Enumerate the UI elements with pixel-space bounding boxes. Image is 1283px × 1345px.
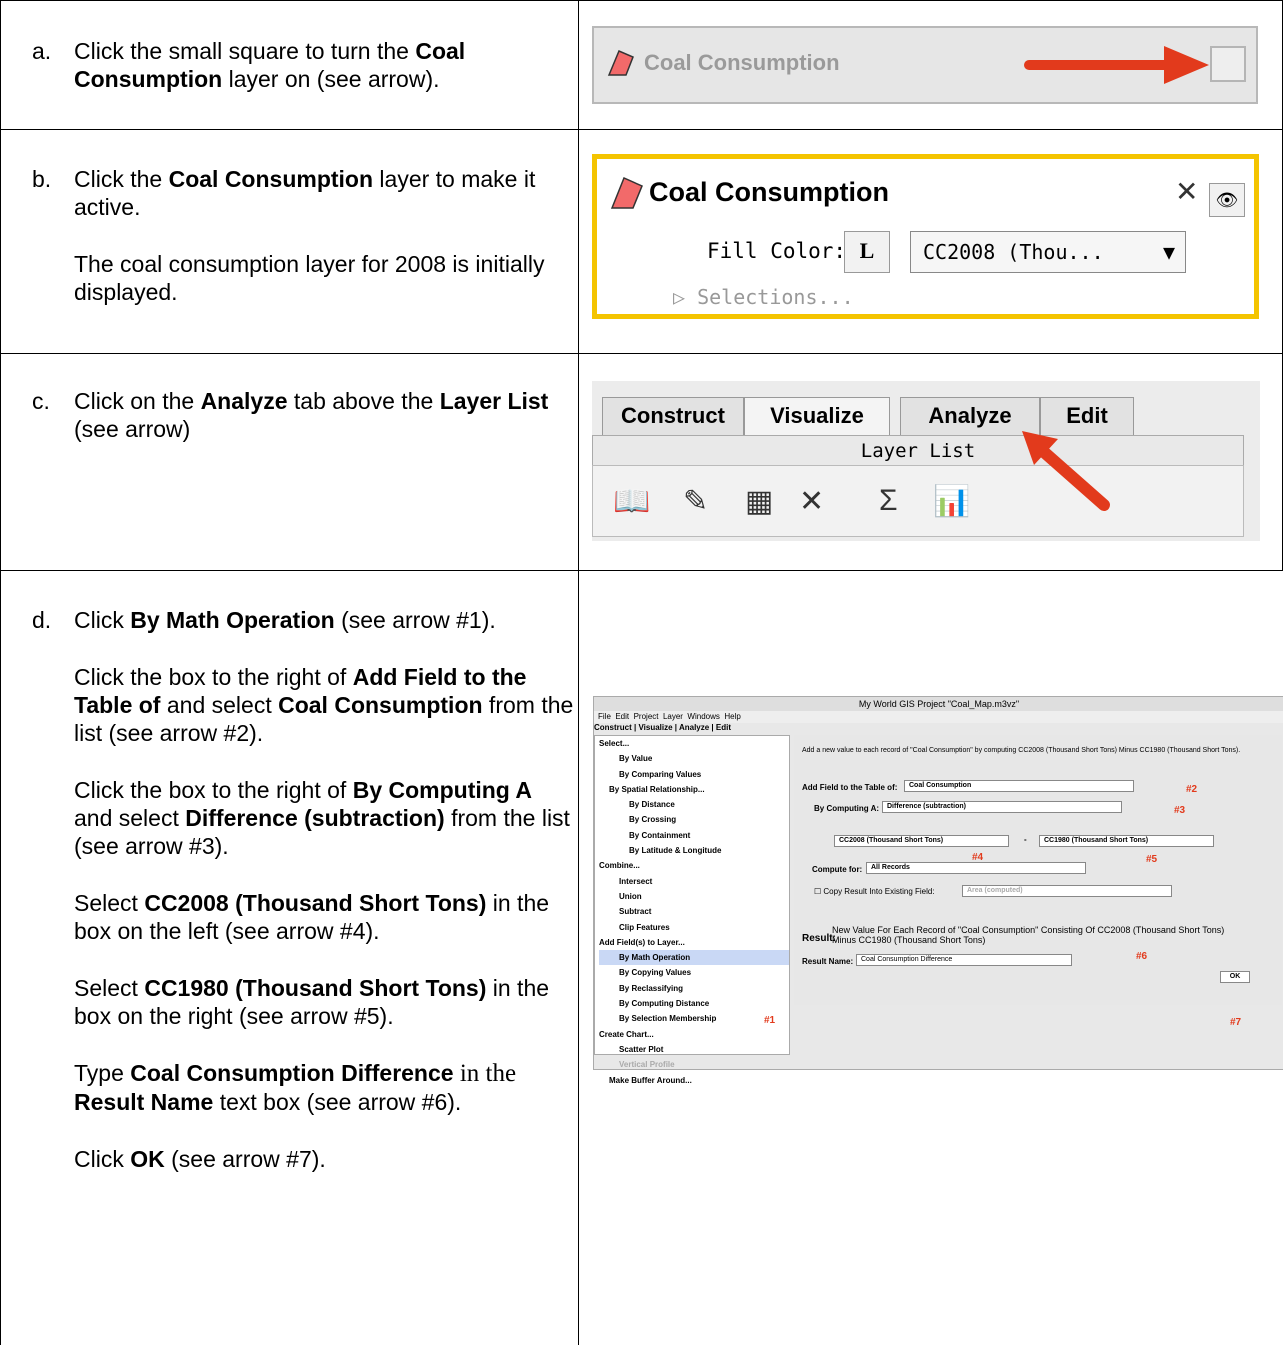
- tree-item[interactable]: Select...: [599, 736, 789, 751]
- tree-item[interactable]: By Latitude & Longitude: [599, 843, 789, 858]
- tree-item[interactable]: Subtract: [599, 904, 789, 919]
- analysis-toolbar: 📖 ✎ ▦ ✕ Σ 📊: [592, 465, 1244, 537]
- table-border-left: [0, 0, 1, 1345]
- tree-item[interactable]: By Value: [599, 751, 789, 766]
- tree-item[interactable]: Create Chart...: [599, 1027, 789, 1042]
- red-arrow-icon: [1024, 46, 1209, 84]
- fill-color-label: Fill Color:: [707, 239, 847, 263]
- layer-name: Coal Consumption: [649, 177, 889, 207]
- result-name-label: Result Name:: [802, 957, 854, 966]
- compute-for-select[interactable]: All Records: [866, 862, 1086, 874]
- result-text: New Value For Each Record of "Coal Consu…: [832, 925, 1225, 945]
- window-title: My World GIS Project "Coal_Map.m3vz": [594, 697, 1283, 711]
- step-label: b.: [32, 166, 52, 192]
- red-arrow-icon: [1022, 431, 1110, 511]
- minus-sign: -: [1024, 835, 1027, 844]
- compute-label: By Computing A:: [814, 804, 880, 813]
- analyze-tab-panel: Construct Visualize Analyze Edit Layer L…: [592, 381, 1260, 541]
- tree-item[interactable]: By Computing Distance: [599, 996, 789, 1011]
- copy-result-checkbox[interactable]: ☐ Copy Result Into Existing Field:: [814, 887, 935, 896]
- arrow-7-label: #7: [1230, 1017, 1242, 1028]
- operation-description: Add a new value to each record of "Coal …: [802, 747, 1241, 754]
- tab-construct[interactable]: Construct: [602, 397, 744, 435]
- arrow-6-label: #6: [1136, 951, 1148, 962]
- tree-item[interactable]: Combine...: [599, 858, 789, 873]
- tree-item[interactable]: Make Buffer Around...: [599, 1073, 789, 1088]
- visibility-eye-icon[interactable]: 👁: [1209, 183, 1245, 217]
- tab-construct[interactable]: Construct: [594, 723, 632, 732]
- tab-analyze[interactable]: Analyze: [679, 723, 709, 732]
- arrow-2-label: #2: [1186, 784, 1198, 795]
- layer-row-inactive[interactable]: Coal Consumption: [592, 26, 1258, 104]
- tree-item[interactable]: Intersect: [599, 874, 789, 889]
- menu-project[interactable]: Project: [634, 712, 659, 721]
- tree-item-selected[interactable]: By Math Operation: [599, 950, 789, 966]
- compute-for-label: Compute for:: [812, 865, 863, 874]
- table-icon[interactable]: ▦: [745, 484, 773, 519]
- arrow-5-label: #5: [1146, 854, 1158, 865]
- sum-icon[interactable]: Σ: [879, 484, 898, 518]
- menu-file[interactable]: File: [598, 712, 611, 721]
- tree-item[interactable]: By Reclassifying: [599, 981, 789, 996]
- fill-field-select[interactable]: CC2008 (Thou... ▼: [910, 231, 1186, 273]
- tree-item[interactable]: Clip Features: [599, 920, 789, 935]
- analysis-tree: Select... By Value By Comparing Values B…: [594, 735, 790, 1085]
- layer-list-header: Layer List: [592, 435, 1244, 467]
- add-field-label: Add Field to the Table of:: [802, 783, 898, 792]
- row-divider: [0, 353, 1283, 354]
- gis-window-screenshot: My World GIS Project "Coal_Map.m3vz" Fil…: [593, 696, 1283, 1085]
- tree-item[interactable]: By Selection Membership: [599, 1011, 789, 1026]
- book-icon[interactable]: 📖: [613, 484, 650, 519]
- result-name-input[interactable]: Coal Consumption Difference: [856, 954, 1072, 966]
- column-divider: [578, 0, 579, 1345]
- tree-item[interactable]: By Copying Values: [599, 965, 789, 980]
- tab-visualize[interactable]: Visualize: [744, 397, 890, 435]
- layer-visibility-checkbox[interactable]: [1210, 46, 1246, 82]
- tree-item[interactable]: By Containment: [599, 828, 789, 843]
- tree-item[interactable]: By Spatial Relationship...: [599, 782, 789, 797]
- tree-item[interactable]: Union: [599, 889, 789, 904]
- menu-windows[interactable]: Windows: [687, 712, 719, 721]
- tree-item[interactable]: Vertical Profile: [599, 1057, 789, 1072]
- menu-bar: File Edit Project Layer Windows Help: [594, 711, 1283, 723]
- arrow-4-label: #4: [972, 852, 984, 863]
- layer-polygon-icon: [607, 50, 634, 76]
- tool-tabs: Construct | Visualize | Analyze | Edit: [594, 723, 731, 732]
- menu-help[interactable]: Help: [724, 712, 740, 721]
- layer-name: Coal Consumption: [644, 50, 840, 75]
- arrow-1-label: #1: [764, 1015, 776, 1026]
- arrow-3-label: #3: [1174, 805, 1186, 816]
- layer-row-active[interactable]: Coal Consumption ✕ 👁 Fill Color: L CC200…: [592, 154, 1259, 319]
- menu-layer[interactable]: Layer: [663, 712, 683, 721]
- left-field-select[interactable]: CC2008 (Thousand Short Tons): [834, 835, 1009, 847]
- edit-icon[interactable]: ✎: [683, 484, 708, 519]
- remove-layer-icon[interactable]: ✕: [1175, 175, 1198, 208]
- remove-icon[interactable]: ✕: [799, 484, 824, 519]
- tree-item[interactable]: By Crossing: [599, 812, 789, 827]
- step-label: d.: [32, 607, 52, 633]
- layer-polygon-icon: [610, 176, 643, 209]
- chart-icon[interactable]: 📊: [933, 484, 970, 519]
- compute-select[interactable]: Difference (subtraction): [882, 801, 1122, 813]
- step-label: a.: [32, 38, 52, 64]
- right-field-select[interactable]: CC1980 (Thousand Short Tons): [1039, 835, 1214, 847]
- selections-toggle[interactable]: ▷ Selections...: [673, 285, 854, 309]
- tab-visualize[interactable]: Visualize: [638, 723, 672, 732]
- math-operation-form: Add a new value to each record of "Coal …: [794, 735, 1282, 1005]
- table-border-top: [0, 0, 1283, 1]
- tree-item[interactable]: By Distance: [599, 797, 789, 812]
- tab-edit[interactable]: Edit: [716, 723, 731, 732]
- add-field-select[interactable]: Coal Consumption: [904, 780, 1134, 792]
- copy-field-select[interactable]: Area (computed): [962, 885, 1172, 897]
- tree-item[interactable]: Add Field(s) to Layer...: [599, 935, 789, 950]
- result-label: Result:: [802, 933, 836, 944]
- row-divider: [0, 129, 1283, 130]
- tree-item[interactable]: By Comparing Values: [599, 767, 789, 782]
- legend-button[interactable]: L: [844, 231, 890, 273]
- step-label: c.: [32, 388, 50, 414]
- tree-item[interactable]: Scatter Plot: [599, 1042, 789, 1057]
- row-divider: [0, 570, 1283, 571]
- ok-button[interactable]: OK: [1220, 971, 1250, 983]
- menu-edit[interactable]: Edit: [615, 712, 629, 721]
